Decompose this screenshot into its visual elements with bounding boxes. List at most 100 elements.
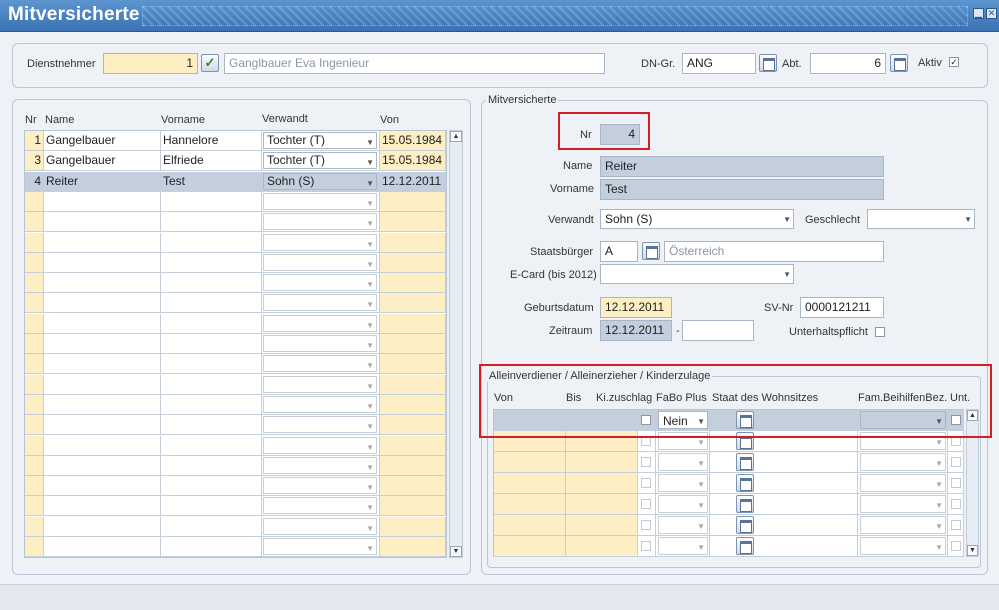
abt-input[interactable]: 6 [810, 53, 886, 74]
cell-vorname[interactable] [161, 476, 262, 496]
cell-von[interactable] [380, 293, 446, 313]
fam-beihilfen-select[interactable]: ▼ [860, 495, 946, 513]
verwandt-select[interactable]: ▼ [263, 497, 377, 514]
cell-verwandt[interactable]: ▼ [262, 537, 380, 557]
cell-von[interactable] [380, 496, 446, 516]
allein-cell-ki[interactable] [638, 494, 656, 515]
geschlecht-select[interactable]: ▼ [867, 209, 975, 229]
name-field[interactable]: Reiter [600, 156, 884, 177]
zeitraum-bis-input[interactable] [682, 320, 754, 341]
scroll-down-icon[interactable]: ▼ [450, 546, 462, 557]
list-scrollbar[interactable]: ▲ ▼ [449, 130, 463, 558]
staatsbuerger-calendar-icon[interactable] [642, 242, 660, 260]
dngr-input[interactable]: ANG [682, 53, 756, 74]
verwandt-select[interactable]: ▼ [263, 538, 377, 555]
allein-table-row[interactable]: ▼ ▼ [494, 536, 964, 557]
allein-cell-fam[interactable]: ▼ [858, 494, 948, 515]
cell-von[interactable] [380, 395, 446, 415]
table-row[interactable]: ▼ [25, 415, 446, 435]
fabo-select[interactable]: ▼ [658, 537, 708, 555]
cell-verwandt[interactable]: ▼ [262, 456, 380, 476]
fam-beihilfen-select[interactable]: ▼ [860, 537, 946, 555]
staat-calendar-icon[interactable] [736, 516, 754, 534]
cell-vorname[interactable] [161, 354, 262, 374]
staat-calendar-icon[interactable] [736, 453, 754, 471]
allein-cell-fabo[interactable]: ▼ [656, 515, 710, 536]
cell-name[interactable] [44, 293, 161, 313]
verwandt-select[interactable]: ▼ [263, 477, 377, 494]
unterhalt-checkbox[interactable] [951, 478, 961, 488]
allein-cell-von[interactable] [494, 494, 566, 515]
vorname-field[interactable]: Test [600, 179, 884, 200]
allein-cell-fabo[interactable]: ▼ [656, 452, 710, 473]
table-row[interactable]: ▼ [25, 537, 446, 557]
allein-cell-ki[interactable] [638, 536, 656, 557]
cell-name[interactable] [44, 334, 161, 354]
cell-von[interactable] [380, 273, 446, 293]
allein-cell-fabo[interactable]: ▼ [656, 473, 710, 494]
allein-cell-von[interactable] [494, 515, 566, 536]
aktiv-checkbox[interactable]: ✓ [949, 57, 959, 67]
allein-cell-staat[interactable] [710, 536, 858, 557]
verwandt-select[interactable]: ▼ [263, 213, 377, 230]
cell-von[interactable] [380, 253, 446, 273]
kizuschlag-checkbox[interactable] [641, 520, 651, 530]
cell-verwandt[interactable]: ▼ [262, 496, 380, 516]
allein-cell-fabo[interactable]: ▼ [656, 536, 710, 557]
cell-vorname[interactable] [161, 375, 262, 395]
allein-cell-ki[interactable] [638, 452, 656, 473]
staat-calendar-icon[interactable] [736, 537, 754, 555]
minimize-icon[interactable]: ▁ [973, 8, 984, 19]
scroll-up-icon[interactable]: ▲ [450, 131, 462, 142]
allein-cell-fam[interactable]: ▼ [858, 452, 948, 473]
cell-name[interactable] [44, 233, 161, 253]
allein-cell-ki[interactable] [638, 473, 656, 494]
allein-cell-staat[interactable] [710, 473, 858, 494]
allein-cell-unt[interactable] [948, 515, 964, 536]
cell-von[interactable]: 15.05.1984 [380, 151, 446, 171]
allein-table-row[interactable]: ▼ ▼ [494, 452, 964, 473]
allein-cell-unt[interactable] [948, 473, 964, 494]
verwandt-select[interactable]: Tochter (T) ▼ [263, 152, 377, 169]
allein-cell-von[interactable] [494, 536, 566, 557]
cell-vorname[interactable] [161, 314, 262, 334]
cell-name[interactable] [44, 415, 161, 435]
dienstnehmer-input[interactable]: 1 [103, 53, 198, 74]
fabo-select[interactable]: ▼ [658, 516, 708, 534]
cell-verwandt[interactable]: ▼ [262, 395, 380, 415]
allein-cell-unt[interactable] [948, 536, 964, 557]
verwandt-select[interactable]: ▼ [263, 518, 377, 535]
kizuschlag-checkbox[interactable] [641, 499, 651, 509]
allein-cell-fam[interactable]: ▼ [858, 473, 948, 494]
allein-cell-staat[interactable] [710, 494, 858, 515]
cell-verwandt[interactable]: ▼ [262, 212, 380, 232]
table-row[interactable]: 1 Gangelbauer Hannelore Tochter (T) ▼ 15.05.1… [25, 131, 446, 151]
fabo-select[interactable]: ▼ [658, 495, 708, 513]
staat-calendar-icon[interactable] [736, 474, 754, 492]
unterhalt-checkbox[interactable] [951, 499, 961, 509]
cell-name[interactable] [44, 517, 161, 537]
table-row[interactable]: ▼ [25, 456, 446, 476]
cell-name[interactable] [44, 273, 161, 293]
cell-von[interactable] [380, 375, 446, 395]
verwandt-select[interactable]: ▼ [263, 416, 377, 433]
fam-beihilfen-select[interactable]: ▼ [860, 453, 946, 471]
cell-vorname[interactable] [161, 212, 262, 232]
allein-cell-bis[interactable] [566, 494, 638, 515]
table-row[interactable]: ▼ [25, 436, 446, 456]
cell-von[interactable] [380, 517, 446, 537]
cell-von[interactable] [380, 334, 446, 354]
cell-name[interactable]: Gangelbauer [44, 151, 161, 171]
allein-cell-unt[interactable] [948, 452, 964, 473]
allein-cell-bis[interactable] [566, 515, 638, 536]
cell-name[interactable] [44, 476, 161, 496]
table-row[interactable]: ▼ [25, 496, 446, 516]
table-row[interactable]: ▼ [25, 192, 446, 212]
allein-cell-von[interactable] [494, 452, 566, 473]
cell-von[interactable] [380, 436, 446, 456]
cell-verwandt[interactable]: ▼ [262, 233, 380, 253]
allein-cell-fabo[interactable]: ▼ [656, 494, 710, 515]
allein-cell-von[interactable] [494, 473, 566, 494]
cell-vorname[interactable]: Hannelore [161, 131, 262, 151]
verwandt-select[interactable]: ▼ [263, 274, 377, 291]
